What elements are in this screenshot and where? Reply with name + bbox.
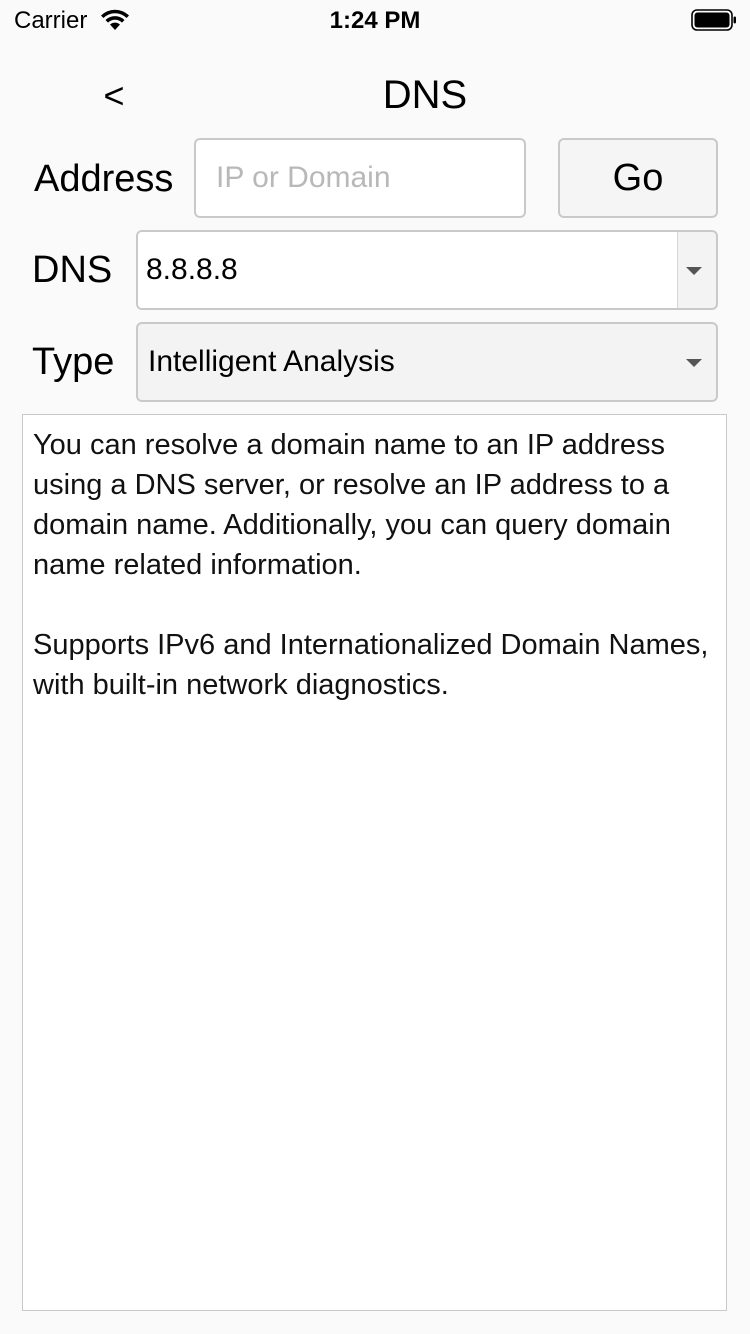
features-paragraph: Supports IPv6 and Internationalized Doma…	[33, 629, 709, 701]
go-button[interactable]: Go	[558, 138, 718, 218]
type-select-value: Intelligent Analysis	[148, 345, 395, 378]
type-label: Type	[32, 341, 115, 383]
address-input[interactable]	[194, 138, 526, 218]
dns-server-combobox[interactable]: 8.8.8.8	[136, 230, 718, 310]
chevron-down-icon[interactable]	[686, 267, 702, 275]
type-select[interactable]: Intelligent Analysis	[136, 322, 718, 402]
back-button[interactable]: <	[90, 72, 138, 120]
address-label: Address	[34, 158, 174, 200]
dns-server-field[interactable]: 8.8.8.8	[138, 232, 678, 308]
dns-label: DNS	[32, 249, 113, 291]
dns-screen: Carrier 1:24 PM DNS < Address Go DNS 8.8…	[0, 0, 750, 1334]
description-paragraph: You can resolve a domain name to an IP a…	[33, 429, 671, 581]
chevron-down-icon	[686, 359, 702, 367]
result-text-view[interactable]: You can resolve a domain name to an IP a…	[22, 414, 727, 1311]
